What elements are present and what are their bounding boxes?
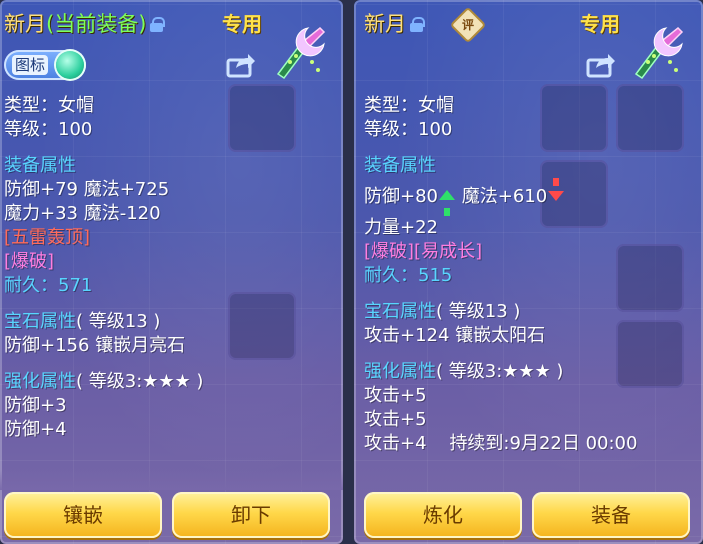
durability-label: 耐久：: [364, 265, 418, 286]
forge-duration: 持续到:9月22日 00:00: [449, 433, 638, 454]
durability: 耐久：571: [4, 274, 334, 298]
scroll-fade: [0, 470, 343, 490]
forge-section-label: 强化属性: [4, 371, 76, 392]
special-effect: [爆破]: [4, 251, 55, 272]
item-name: 新月: [364, 12, 406, 36]
durability: 耐久：515: [364, 264, 694, 288]
share-icon[interactable]: [226, 52, 256, 78]
stat-line: 力量+22: [364, 217, 438, 238]
item-level: 等级：100: [364, 119, 453, 140]
forge-stat: 攻击+4 持续到:9月22日 00:00: [364, 432, 694, 456]
item-level: 等级：100: [4, 119, 93, 140]
rating-icon[interactable]: 评: [449, 6, 487, 44]
equip-attr-heading: 装备属性: [4, 155, 76, 176]
special-effect: [爆破][易成长]: [364, 241, 483, 262]
refine-button[interactable]: 炼化: [364, 492, 522, 538]
down-arrow-icon: [547, 178, 565, 209]
stat-line: 防御+79 魔法+725: [4, 179, 170, 200]
hat-item-icon: [634, 26, 684, 80]
item-type: 类型：女帽: [4, 95, 94, 116]
exclusive-label: 专用: [222, 12, 262, 36]
forge-attr-heading: 强化属性( 等级3:★★★ ): [4, 370, 334, 394]
item-name: 新月: [4, 12, 46, 36]
item-details: 类型：女帽 等级：100 装备属性 防御+80 魔法+610 力量+22 [爆破…: [364, 94, 694, 456]
forge-stat: 防御+3: [4, 395, 67, 416]
forge-stat: 防御+4: [4, 419, 67, 440]
stat-line: 防御+80 魔法+610: [364, 178, 694, 216]
forge-stat-value: 攻击+4: [364, 433, 427, 454]
forge-level: ( 等级3:★★★ ): [436, 361, 564, 382]
special-effect: [五雷轰顶]: [4, 227, 91, 248]
rating-label: 评: [461, 18, 474, 32]
exclusive-label: 专用: [580, 12, 620, 36]
forge-stat: 攻击+5: [364, 385, 427, 406]
gem-section-label: 宝石属性: [364, 301, 436, 322]
compare-item-panel: 新月 评 专用 类型：女帽 等级：100 装备属性 防御+80 魔法+610 力…: [354, 0, 703, 544]
icon-toggle-label: 图标: [12, 55, 49, 75]
item-title: 新月(当前装备): [4, 8, 166, 38]
forge-level: ( 等级3:★★★ ): [76, 371, 204, 392]
icon-toggle[interactable]: 图标: [4, 50, 86, 80]
unequip-button[interactable]: 卸下: [172, 492, 330, 538]
lock-icon: [410, 17, 425, 32]
durability-value: 571: [58, 275, 93, 296]
defense-stat: 防御+80: [364, 186, 438, 207]
hat-item-icon: [276, 26, 326, 80]
up-arrow-icon: [438, 185, 456, 216]
item-title: 新月: [364, 8, 425, 38]
forge-section-label: 强化属性: [364, 361, 436, 382]
gem-level: ( 等级13 ): [76, 311, 161, 332]
item-details: 类型：女帽 等级：100 装备属性 防御+79 魔法+725 魔力+33 魔法-…: [4, 94, 334, 442]
item-type: 类型：女帽: [364, 95, 454, 116]
equip-attr-heading: 装备属性: [364, 155, 436, 176]
inlay-button[interactable]: 镶嵌: [4, 492, 162, 538]
current-equipment-panel: 新月(当前装备) 专用 图标 类型：女帽 等级：100 装备属性 防御+79 魔…: [0, 0, 343, 544]
gem-attr-heading: 宝石属性( 等级13 ): [364, 300, 694, 324]
share-icon[interactable]: [586, 52, 616, 78]
gem-stat: 攻击+124 镶嵌太阳石: [364, 325, 546, 346]
gem-stat: 防御+156 镶嵌月亮石: [4, 335, 186, 356]
stat-line: 魔力+33 魔法-120: [4, 203, 161, 224]
gem-section-label: 宝石属性: [4, 311, 76, 332]
durability-label: 耐久：: [4, 275, 58, 296]
forge-stat: 攻击+5: [364, 409, 427, 430]
durability-value: 515: [418, 265, 453, 286]
equip-button[interactable]: 装备: [532, 492, 690, 538]
toggle-knob: [56, 51, 84, 79]
current-equip-tag: (当前装备): [46, 12, 147, 36]
lock-icon: [150, 17, 166, 32]
gem-attr-heading: 宝石属性( 等级13 ): [4, 310, 334, 334]
gem-level: ( 等级13 ): [436, 301, 521, 322]
forge-attr-heading: 强化属性( 等级3:★★★ ): [364, 360, 694, 384]
magic-stat: 魔法+610: [461, 186, 548, 207]
